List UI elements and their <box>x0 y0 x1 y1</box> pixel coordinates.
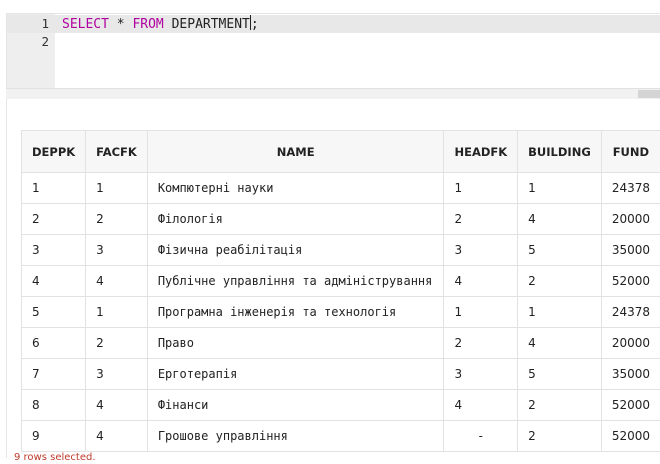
cell-headfk: 3 <box>444 359 518 390</box>
scrollbar-thumb[interactable] <box>638 90 660 98</box>
cell-facfk: 3 <box>86 359 148 390</box>
cell-deppk: 5 <box>22 297 86 328</box>
line-number: 2 <box>7 33 49 51</box>
cell-facfk: 3 <box>86 235 148 266</box>
table-row: 6 2 Право 2 4 20000 <box>22 328 660 359</box>
column-header-headfk[interactable]: HEADFK <box>444 131 518 173</box>
table-row: 4 4 Публічне управління та адмініструван… <box>22 266 660 297</box>
cell-deppk: 3 <box>22 235 86 266</box>
cell-headfk: 2 <box>444 204 518 235</box>
cell-headfk: 1 <box>444 297 518 328</box>
cell-fund: 20000 <box>601 328 660 359</box>
table-row: 5 1 Програмна інженерія та технологія 1 … <box>22 297 660 328</box>
cell-headfk: 4 <box>444 390 518 421</box>
cell-fund: 24378 <box>601 173 660 204</box>
cell-name: Публічне управління та адміністрування <box>147 266 444 297</box>
cell-facfk: 1 <box>86 297 148 328</box>
cell-fund: 52000 <box>601 390 660 421</box>
editor-line-2[interactable]: 2 <box>7 33 660 51</box>
cell-fund: 52000 <box>601 421 660 452</box>
sql-code[interactable]: SELECT * FROM DEPARTMENT; <box>62 15 259 34</box>
cell-deppk: 8 <box>22 390 86 421</box>
cell-deppk: 6 <box>22 328 86 359</box>
line-number: 1 <box>7 15 49 33</box>
cell-fund: 35000 <box>601 359 660 390</box>
cell-headfk-null: - <box>444 421 518 452</box>
cell-fund: 20000 <box>601 204 660 235</box>
cell-deppk: 1 <box>22 173 86 204</box>
sql-semicolon: ; <box>251 17 259 32</box>
cell-name: Грошове управління <box>147 421 444 452</box>
cell-name: Компютерні науки <box>147 173 444 204</box>
cell-fund: 24378 <box>601 297 660 328</box>
cell-headfk: 1 <box>444 173 518 204</box>
cell-building: 4 <box>518 328 602 359</box>
table-row: 7 3 Ерготерапія 3 5 35000 <box>22 359 660 390</box>
cell-building: 1 <box>518 297 602 328</box>
cell-deppk: 2 <box>22 204 86 235</box>
results-table: DEPPK FACFK NAME HEADFK BUILDING FUND 1 … <box>21 130 660 452</box>
cell-name: Фінанси <box>147 390 444 421</box>
header-row: DEPPK FACFK NAME HEADFK BUILDING FUND <box>22 131 660 173</box>
cell-headfk: 2 <box>444 328 518 359</box>
cell-facfk: 2 <box>86 328 148 359</box>
cell-name: Фізична реабілітація <box>147 235 444 266</box>
cell-building: 5 <box>518 359 602 390</box>
table-row: 9 4 Грошове управління - 2 52000 <box>22 421 660 452</box>
cell-fund: 35000 <box>601 235 660 266</box>
cell-building: 5 <box>518 235 602 266</box>
cell-headfk: 3 <box>444 235 518 266</box>
cell-building: 2 <box>518 390 602 421</box>
sql-keyword-from: FROM <box>132 17 163 32</box>
sql-editor[interactable]: 1 SELECT * FROM DEPARTMENT; 2 <box>6 13 660 89</box>
cell-name: Філологія <box>147 204 444 235</box>
status-message: 9 rows selected. <box>14 452 96 464</box>
column-header-building[interactable]: BUILDING <box>518 131 602 173</box>
editor-line-1[interactable]: 1 SELECT * FROM DEPARTMENT; <box>7 15 660 33</box>
cell-building: 1 <box>518 173 602 204</box>
table-row: 3 3 Фізична реабілітація 3 5 35000 <box>22 235 660 266</box>
cell-name: Ерготерапія <box>147 359 444 390</box>
cell-building: 4 <box>518 204 602 235</box>
column-header-fund[interactable]: FUND <box>601 131 660 173</box>
cell-facfk: 1 <box>86 173 148 204</box>
sql-keyword-select: SELECT <box>62 17 109 32</box>
column-header-facfk[interactable]: FACFK <box>86 131 148 173</box>
cell-name: Право <box>147 328 444 359</box>
cell-building: 2 <box>518 421 602 452</box>
query-results-panel: DEPPK FACFK NAME HEADFK BUILDING FUND 1 … <box>6 99 660 458</box>
table-row: 8 4 Фінанси 4 2 52000 <box>22 390 660 421</box>
cell-facfk: 4 <box>86 266 148 297</box>
table-row: 2 2 Філологія 2 4 20000 <box>22 204 660 235</box>
table-row: 1 1 Компютерні науки 1 1 24378 <box>22 173 660 204</box>
cell-fund: 52000 <box>601 266 660 297</box>
column-header-deppk[interactable]: DEPPK <box>22 131 86 173</box>
cell-deppk: 7 <box>22 359 86 390</box>
column-header-name[interactable]: NAME <box>147 131 444 173</box>
sql-table-name: DEPARTMENT <box>164 17 250 32</box>
cell-building: 2 <box>518 266 602 297</box>
cell-name: Програмна інженерія та технологія <box>147 297 444 328</box>
cell-facfk: 4 <box>86 421 148 452</box>
cell-deppk: 4 <box>22 266 86 297</box>
cell-facfk: 4 <box>86 390 148 421</box>
cell-deppk: 9 <box>22 421 86 452</box>
sql-star: * <box>109 17 132 32</box>
cell-facfk: 2 <box>86 204 148 235</box>
cell-headfk: 4 <box>444 266 518 297</box>
